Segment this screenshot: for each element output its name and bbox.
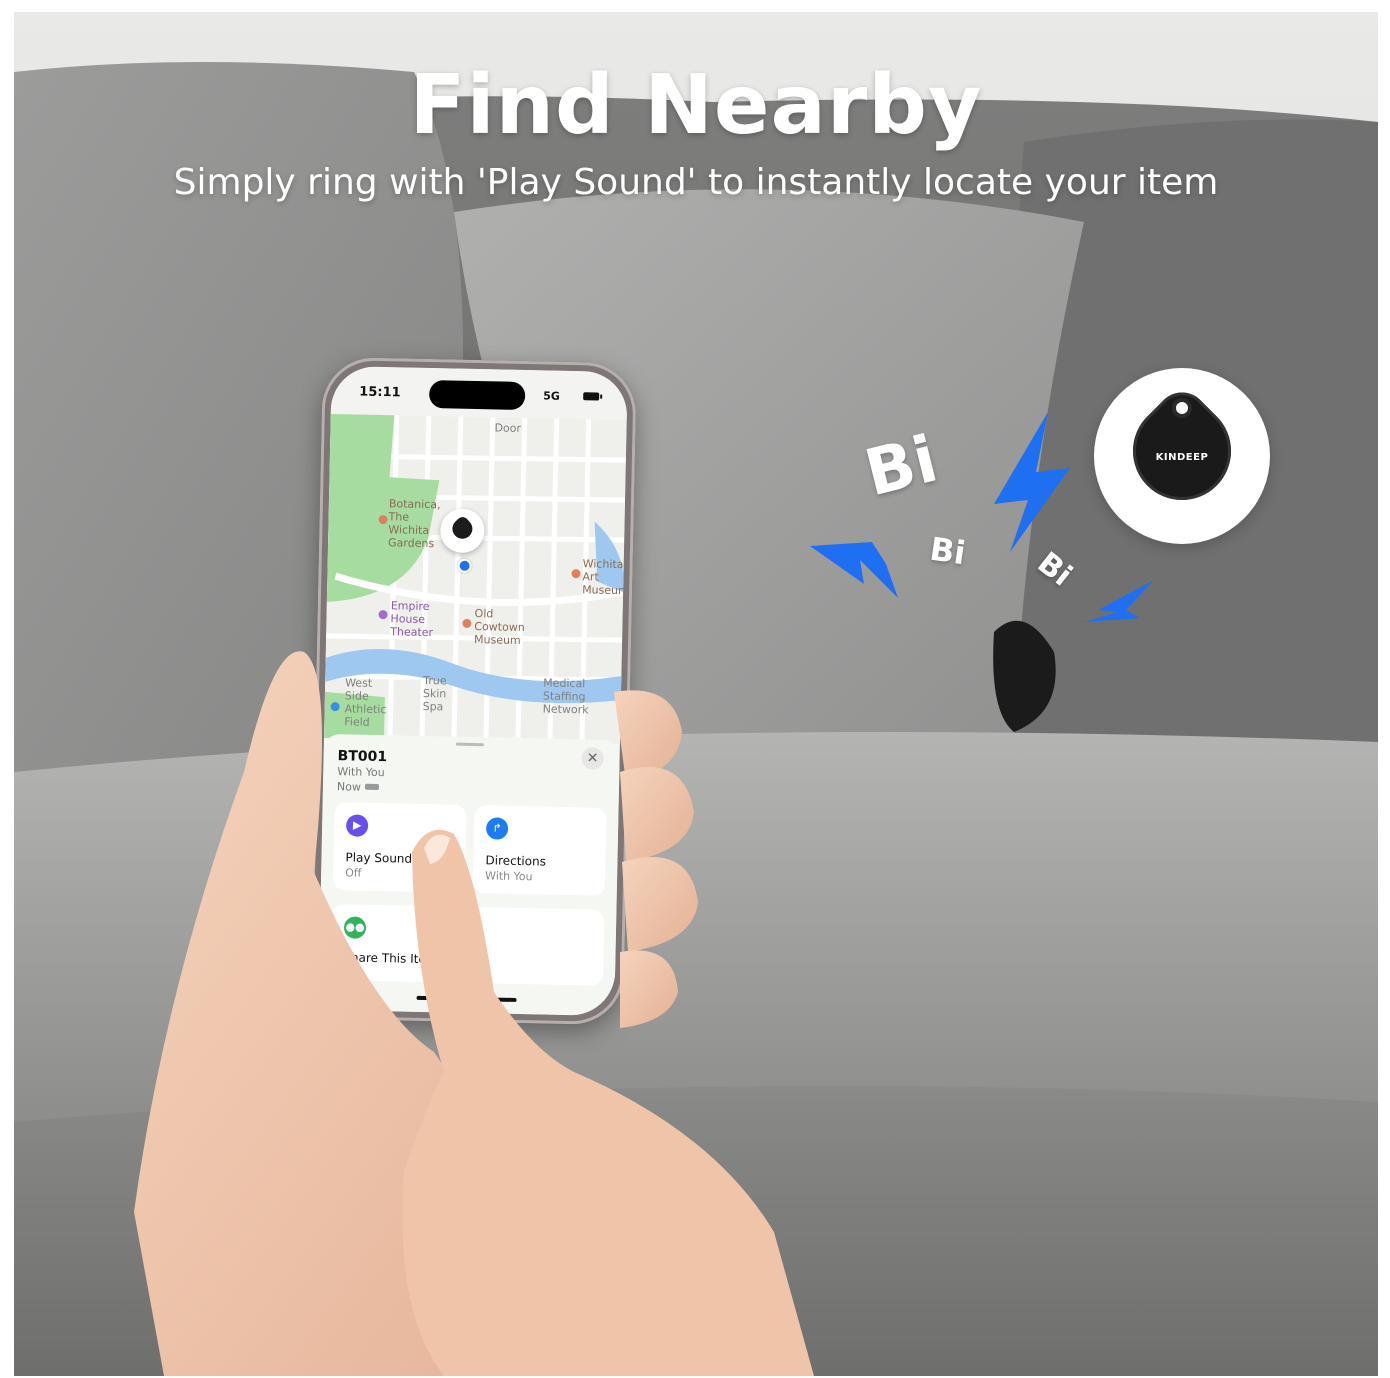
lightning-bolt-icon: [810, 542, 898, 598]
sound-bolts: [810, 412, 1154, 622]
item-time: Now: [336, 780, 362, 794]
map-label: Medical Staffing Network: [542, 676, 589, 717]
map-label: Wichita Art Museum: [582, 557, 628, 598]
phone-screen: Door Botanica, The Wichita Gardens Wichi…: [318, 365, 628, 1017]
item-location: With You: [337, 765, 385, 780]
smartphone: Door Botanica, The Wichita Gardens Wichi…: [309, 356, 637, 1026]
me-section-label: Me: [332, 990, 349, 1004]
scene: Find Nearby Simply ring with 'Play Sound…: [14, 12, 1378, 1376]
lightning-bolt-icon: [1084, 580, 1154, 622]
close-icon: ✕: [586, 750, 599, 767]
tracker-brand: KINDEEP: [1155, 452, 1209, 463]
action-title: Directions: [485, 853, 547, 869]
share-item-button[interactable]: ●● Share This Item: [330, 904, 605, 986]
directions-button[interactable]: ↱ Directions With You: [472, 805, 607, 896]
item-name: BT001: [337, 748, 388, 766]
directions-arrow-icon: ↱: [485, 817, 509, 840]
action-subtitle: With You: [484, 869, 533, 884]
status-bar: 15:11 5G: [330, 365, 628, 421]
tracker-device-badge: KINDEEP: [1094, 368, 1270, 544]
sheet-grabber[interactable]: [455, 742, 484, 747]
map-label: Empire House Theater: [390, 599, 434, 640]
people-icon: ●●: [343, 916, 367, 939]
home-indicator: [416, 995, 517, 1002]
battery-icon: [364, 783, 380, 791]
play-sound-button[interactable]: ▶ Play Sound Off: [332, 802, 467, 893]
map-label: Botanica, The Wichita Gardens: [387, 497, 441, 551]
action-title: Share This Item: [343, 950, 438, 967]
dynamic-island: [428, 380, 526, 411]
action-title: Play Sound: [345, 850, 413, 866]
sound-effect-text: Bi: [927, 529, 968, 573]
network-indicator: 5G: [543, 389, 561, 403]
action-subtitle: Off: [345, 866, 362, 880]
item-sheet: BT001 With You Now ✕ ▶ Play Sound Off ↱ …: [318, 733, 621, 1017]
status-time: 15:11: [359, 384, 401, 401]
close-button[interactable]: ✕: [581, 747, 604, 770]
battery-icon: [583, 392, 600, 401]
map-label: True Skin Spa: [422, 673, 447, 714]
lightning-bolt-icon: [994, 412, 1070, 552]
map-label: Old Cowtown Museum: [473, 607, 525, 647]
keyring-hole-icon: [1172, 398, 1192, 418]
map-label: Door: [494, 421, 522, 435]
play-icon: ▶: [345, 814, 369, 837]
map-label: West Side Athletic Field: [344, 676, 387, 729]
